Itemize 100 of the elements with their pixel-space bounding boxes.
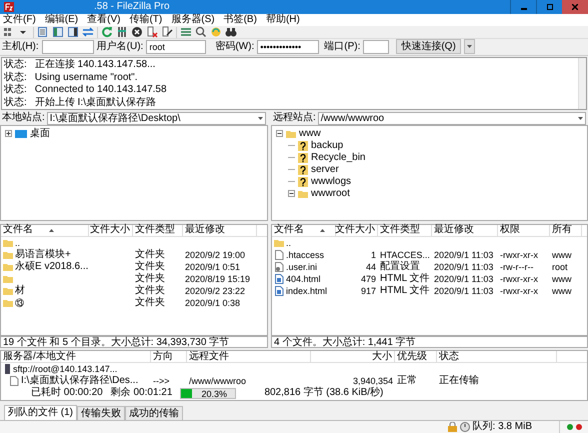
disconnect-icon[interactable] [146, 26, 158, 38]
remaining-time: 剩余 00:01:21 [110, 387, 172, 400]
file-cell: 44 [366, 260, 376, 273]
log-message: Connected to 140.143.147.58 [34, 84, 167, 96]
column-header[interactable]: 方向 [151, 350, 187, 362]
file-row[interactable]: .. [272, 236, 587, 249]
column-header[interactable]: 最近修改 [434, 224, 474, 236]
file-cell: 2020/8/19 15:19 [185, 272, 250, 285]
tree-item[interactable]: www [299, 128, 321, 140]
file-row[interactable]: index.html 917 HTML 文件 2020/9/1 11:03 -rwxr-xr-x www [272, 284, 587, 297]
menu-item[interactable]: 帮助(H) [266, 14, 300, 26]
close-button[interactable] [562, 0, 588, 14]
host-field[interactable] [42, 40, 94, 54]
column-header[interactable]: 远程文件 [187, 350, 311, 362]
column-header[interactable]: 最近修改 [185, 224, 225, 236]
port-field[interactable] [363, 40, 390, 54]
column-header[interactable]: 文件名 [274, 224, 304, 236]
tree-item[interactable]: wwwroot [311, 188, 350, 200]
progress-percent: 20.3% [201, 388, 227, 399]
log-label: 状态: [4, 72, 27, 84]
tree-item[interactable]: wwwlogs [311, 176, 352, 188]
cancel-icon[interactable] [131, 26, 143, 38]
column-header[interactable]: 文件大小 [335, 224, 375, 236]
file-cell: 479 [360, 272, 376, 285]
menu-item[interactable]: 服务器(S) [171, 14, 215, 26]
file-row[interactable]: .user.ini 44 配置设置 2020/9/1 11:03 -rw-r--r-- root [272, 260, 587, 273]
menu-item[interactable]: 文件(F) [3, 14, 36, 26]
search-icon[interactable] [195, 26, 207, 38]
file-icon [274, 250, 284, 260]
collapse-icon[interactable] [276, 130, 283, 138]
file-cell: .htaccess [286, 248, 324, 261]
file-cell: .. [286, 236, 292, 249]
tab[interactable]: 传输失败 [77, 406, 125, 420]
maximize-icon [546, 4, 552, 10]
dropdown-button[interactable] [464, 39, 475, 54]
file-row[interactable]: 404.html 479 HTML 文件 2020/9/1 11:03 -rwxr-xr-x www [272, 272, 587, 285]
tree-item[interactable]: server [311, 164, 339, 176]
log-label: 状态: [4, 96, 27, 109]
folder-icon [3, 262, 13, 272]
tree-item[interactable]: 桌面 [30, 128, 50, 140]
tree-item[interactable]: backup [311, 140, 344, 152]
file-cell: 1 [370, 248, 376, 261]
column-header[interactable]: 优先级 [395, 350, 437, 362]
column-header[interactable]: 权限 [500, 224, 520, 236]
tree-item[interactable]: Recycle_bin [311, 152, 366, 164]
tree-panel-icon[interactable] [67, 26, 79, 38]
list-icon[interactable] [180, 26, 192, 38]
file-row[interactable]: 材 文件夹 2020/9/2 23:22 [1, 284, 267, 297]
password-label: 密码(W): [215, 40, 254, 53]
log-message: 开始上传 I:\桌面默认保存路 [34, 96, 156, 109]
file-cell: 2020/9/2 19:00 [185, 248, 246, 261]
collapse-icon[interactable] [288, 190, 295, 198]
column-header[interactable]: 文件名 [3, 224, 33, 236]
queue-cell-text: 3,940,354 [352, 374, 393, 386]
transfer-arrows-icon[interactable] [82, 26, 94, 38]
column-header[interactable]: 状态 [437, 350, 557, 362]
file-row[interactable]: .. [1, 236, 267, 249]
column-header[interactable]: 文件大小 [90, 224, 130, 236]
file-cell: 404.html [286, 272, 321, 285]
host-label: 主机(H): [2, 40, 39, 53]
column-header[interactable]: 文件类型 [380, 224, 420, 236]
sort-arrow-icon [49, 228, 54, 232]
file-row[interactable]: .htaccess 1 HTACCES... 2020/9/1 11:03 -rwxr-xr-x www [272, 248, 587, 261]
column-header[interactable]: 文件类型 [135, 224, 175, 236]
queue-item[interactable]: I:\桌面默认保存路径\Des... -->> /www/wwwroo 3,940,354 正常 正在传输 [1, 374, 587, 387]
expand-icon[interactable] [5, 130, 12, 138]
file-row[interactable]: ⑬ 文件夹 2020/9/1 0:38 [1, 296, 267, 309]
caret-icon [466, 45, 472, 48]
question-folder-icon [298, 152, 308, 163]
path-field[interactable]: /www/wwwroo [318, 112, 586, 125]
folder-icon [298, 188, 308, 199]
tab[interactable]: 成功的传输 [125, 406, 183, 420]
menu-item[interactable]: 编辑(E) [44, 14, 78, 26]
log-panel-icon[interactable] [37, 26, 49, 38]
tab[interactable]: 列队的文件 (1) [4, 405, 77, 420]
file-cell-text: 配置设置 [380, 260, 420, 272]
column-header[interactable]: 所有 [552, 224, 572, 236]
file-row[interactable]: 易语言模块+ 文件夹 2020/9/2 19:00 [1, 248, 267, 261]
queue-cell: 正在传输 [439, 374, 479, 387]
folder-icon [3, 250, 13, 260]
caret-icon [258, 116, 263, 120]
question-folder-icon [298, 164, 308, 175]
quickconnect-button[interactable]: 快速连接(Q) [396, 39, 461, 54]
queue-cell: 正常 [397, 374, 417, 387]
file-row[interactable]: 永硕E v2018.6... 文件夹 2020/9/1 0:51 [1, 260, 267, 273]
log-message: Using username "root". [34, 72, 138, 84]
path-field[interactable]: I:\桌面默认保存路径\Desktop\ [46, 112, 266, 125]
menu-item[interactable]: 书签(B) [224, 14, 257, 26]
column-header[interactable]: 大小 [311, 350, 395, 362]
file-cell: www [552, 284, 572, 297]
close-icon [572, 4, 578, 10]
menu-item[interactable]: 查看(V) [87, 14, 120, 26]
caret-icon [578, 116, 583, 120]
menu-item[interactable]: 传输(T) [129, 14, 162, 26]
column-header[interactable]: 服务器/本地文件 [1, 350, 151, 362]
password-field[interactable]: ••••••••••••• [257, 40, 320, 54]
file-row[interactable]: 文件夹 2020/8/19 15:19 [1, 272, 267, 285]
binoculars-icon[interactable] [225, 26, 237, 38]
file-cell: HTML 文件 [380, 284, 430, 297]
username-field[interactable]: root [146, 40, 206, 54]
